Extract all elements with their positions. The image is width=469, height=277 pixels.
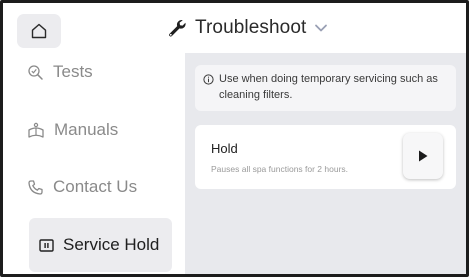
sidebar-item-service-hold[interactable]: Service Hold [29,218,172,272]
sidebar-item-label: Manuals [54,120,119,139]
play-icon [419,150,428,162]
sidebar: Tests Manuals Contact Us Service Hold [3,53,185,274]
phone-icon [28,179,43,195]
info-icon [203,74,214,85]
info-text: Use when doing temporary servicing such … [219,73,438,101]
sidebar-item-label: Tests [53,62,93,81]
hold-card: Hold Pauses all spa functions for 2 hour… [195,125,456,189]
hold-start-button[interactable] [403,133,443,179]
sidebar-item-tests[interactable]: Tests [27,45,170,99]
wrench-icon [169,20,186,37]
sidebar-item-contact-us[interactable]: Contact Us [27,160,170,214]
home-icon [31,23,47,39]
home-button[interactable] [17,14,61,48]
hold-title: Hold [211,141,238,156]
sidebar-item-manuals[interactable]: Manuals [27,103,170,157]
main-content: Use when doing temporary servicing such … [185,53,466,274]
chevron-down-icon [315,24,328,32]
tests-icon [28,64,43,80]
sidebar-item-label: Service Hold [63,235,160,254]
page-title: Troubleshoot [195,17,307,38]
hold-description: Pauses all spa functions for 2 hours. [211,164,349,174]
info-banner: Use when doing temporary servicing such … [195,65,456,111]
screen-frame: Troubleshoot Tests Manuals Contact Us Se… [0,0,469,277]
sidebar-item-label: Contact Us [53,177,138,196]
manuals-icon [28,122,44,138]
pause-icon [39,238,54,252]
title-dropdown[interactable]: Troubleshoot [167,13,328,43]
